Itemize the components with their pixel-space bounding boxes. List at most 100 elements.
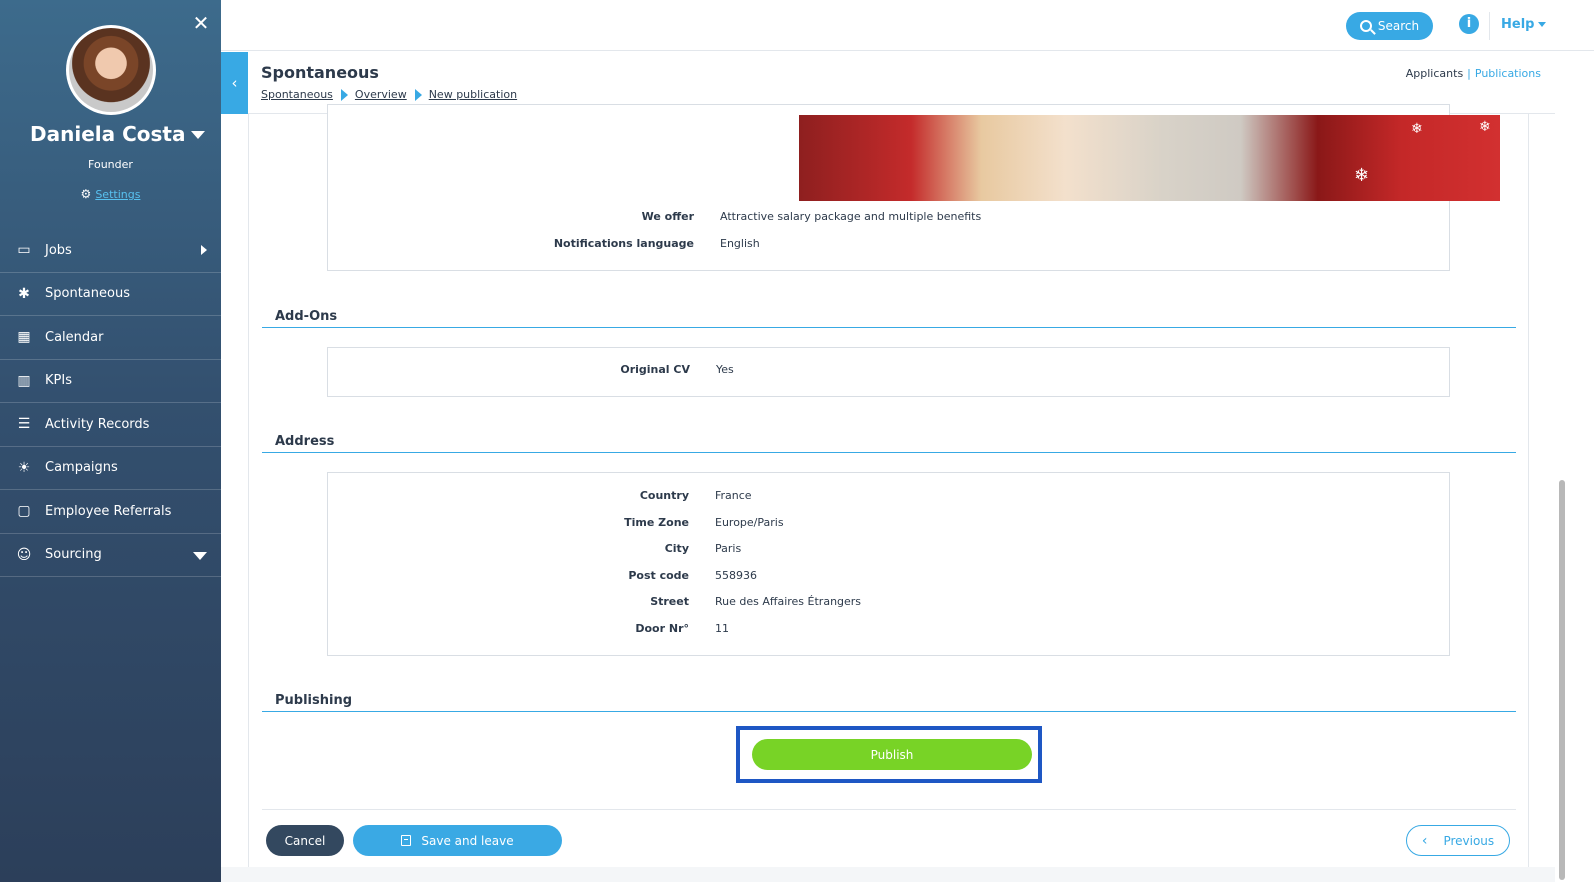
publish-button[interactable]: Publish [752, 739, 1032, 770]
folder-icon: ▭ [17, 242, 31, 259]
chevron-right-icon [201, 245, 207, 255]
section-divider [262, 452, 1516, 453]
sun-icon: ☀ [17, 459, 31, 476]
breadcrumb-spontaneous[interactable]: Spontaneous [261, 88, 333, 101]
breadcrumb: Spontaneous Overview New publication [261, 88, 517, 101]
sidebar-item-label: Campaigns [45, 460, 118, 476]
country-value: France [715, 489, 752, 502]
address-row: Street Rue des Affaires Étrangers [328, 595, 1451, 608]
sidebar-item-label: Sourcing [45, 547, 102, 563]
header-links: Applicants | Publications [1406, 67, 1541, 80]
user-name[interactable]: Daniela Costa [30, 122, 185, 146]
publishing-section-title: Publishing [275, 693, 353, 708]
sidebar-item-sourcing[interactable]: ☺ Sourcing [0, 534, 221, 577]
publications-link[interactable]: Publications [1475, 67, 1541, 80]
country-label: Country [639, 489, 689, 502]
notifications-language-value: English [720, 237, 760, 250]
sidebar: ✕ Daniela Costa Founder ⚙ Settings ▭ Jobs… [0, 0, 221, 882]
bar-chart-icon: ▥ [17, 372, 31, 389]
address-row: Time Zone Europe/Paris [328, 516, 1451, 529]
sidebar-item-label: Jobs [45, 242, 72, 258]
gear-icon: ⚙ [80, 187, 92, 201]
page-title: Spontaneous [261, 63, 379, 82]
main-content: ❄ ❄ ❄ We offer Attractive salary package… [248, 104, 1529, 867]
details-panel: ❄ ❄ ❄ We offer Attractive salary package… [327, 104, 1500, 271]
sidebar-item-spontaneous[interactable]: ✱ Spontaneous [0, 273, 221, 316]
time-zone-label: Time Zone [624, 516, 689, 529]
avatar[interactable] [66, 25, 156, 115]
snowflake-decoration: ❄ [1479, 119, 1491, 135]
chevron-left-icon: ‹ [1421, 832, 1428, 849]
sidebar-item-activity-records[interactable]: ☰ Activity Records [0, 403, 221, 447]
footer-divider [262, 809, 1516, 810]
we-offer-value: Attractive salary package and multiple b… [720, 210, 982, 223]
user-role: Founder [88, 158, 133, 171]
applicants-link[interactable]: Applicants [1406, 67, 1463, 80]
time-zone-value: Europe/Paris [715, 516, 784, 529]
collapse-sidebar-button[interactable]: ‹ [221, 52, 248, 114]
post-code-value: 558936 [715, 569, 757, 582]
previous-button[interactable]: ‹ Previous [1406, 825, 1510, 856]
info-icon[interactable]: i [1459, 14, 1479, 34]
chevron-left-icon: ‹ [231, 74, 238, 92]
list-icon: ☰ [17, 416, 31, 433]
top-bar: Search i Help [221, 0, 1594, 51]
sidebar-item-campaigns[interactable]: ☀ Campaigns [0, 447, 221, 490]
chevron-down-icon [193, 551, 207, 560]
addons-panel: Original CV Yes [327, 347, 1450, 397]
original-cv-value: Yes [716, 363, 734, 376]
help-menu[interactable]: Help [1501, 17, 1547, 32]
save-icon [401, 835, 412, 846]
address-section-title: Address [275, 434, 335, 449]
street-label: Street [650, 595, 689, 608]
save-and-leave-label: Save and leave [421, 833, 514, 848]
detail-row: We offer Attractive salary package and m… [328, 210, 1451, 223]
snowflake-decoration: ❄ [1354, 165, 1370, 186]
post-code-label: Post code [628, 569, 689, 582]
address-row: Door Nr° 11 [328, 622, 1451, 635]
sidebar-item-calendar[interactable]: ▦ Calendar [0, 316, 221, 360]
sidebar-item-kpis[interactable]: ▥ KPIs [0, 360, 221, 403]
address-row: Post code 558936 [328, 569, 1451, 582]
section-divider [262, 327, 1516, 328]
calendar-icon: ▦ [17, 329, 31, 346]
close-sidebar-icon[interactable]: ✕ [192, 13, 210, 33]
section-divider [262, 711, 1516, 712]
notifications-language-label: Notifications language [553, 237, 694, 250]
sidebar-item-label: Employee Referrals [45, 503, 172, 519]
scrollbar-thumb[interactable] [1559, 480, 1565, 880]
breadcrumb-arrow-icon [414, 88, 422, 101]
search-button-label: Search [1377, 19, 1420, 33]
settings-link-wrap: ⚙ Settings [0, 187, 221, 201]
sidebar-nav: ▭ Jobs ✱ Spontaneous ▦ Calendar ▥ KPIs ☰… [0, 229, 221, 577]
we-offer-label: We offer [641, 210, 694, 223]
breadcrumb-new-publication[interactable]: New publication [429, 88, 517, 101]
address-panel: Country France Time Zone Europe/Paris Ci… [327, 472, 1450, 656]
user-menu-caret-icon[interactable] [191, 131, 205, 139]
snowflake-decoration: ❄ [1411, 121, 1423, 137]
divider [1489, 12, 1490, 40]
publish-highlight-frame: Publish [736, 726, 1042, 783]
street-value: Rue des Affaires Étrangers [715, 595, 862, 608]
search-icon [1359, 20, 1372, 32]
page-bottom-strip [221, 867, 1555, 882]
cancel-button[interactable]: Cancel [266, 825, 344, 856]
detail-row: Notifications language English [328, 237, 1451, 250]
city-label: City [664, 542, 689, 555]
original-cv-label: Original CV [620, 363, 690, 376]
settings-link[interactable]: Settings [95, 188, 140, 201]
previous-label: Previous [1443, 833, 1495, 848]
link-separator: | [1467, 67, 1471, 80]
sidebar-item-label: KPIs [45, 373, 72, 389]
detail-row: Original CV Yes [328, 363, 1451, 376]
save-and-leave-button[interactable]: Save and leave [353, 825, 562, 856]
sidebar-item-label: Spontaneous [45, 286, 130, 302]
door-number-label: Door Nr° [635, 622, 689, 635]
sidebar-item-jobs[interactable]: ▭ Jobs [0, 229, 221, 273]
door-number-value: 11 [715, 622, 729, 635]
breadcrumb-overview[interactable]: Overview [355, 88, 407, 101]
help-label: Help [1501, 17, 1535, 32]
search-button[interactable]: Search [1346, 12, 1433, 40]
address-row: City Paris [328, 542, 1451, 555]
sidebar-item-employee-referrals[interactable]: ▢ Employee Referrals [0, 490, 221, 534]
